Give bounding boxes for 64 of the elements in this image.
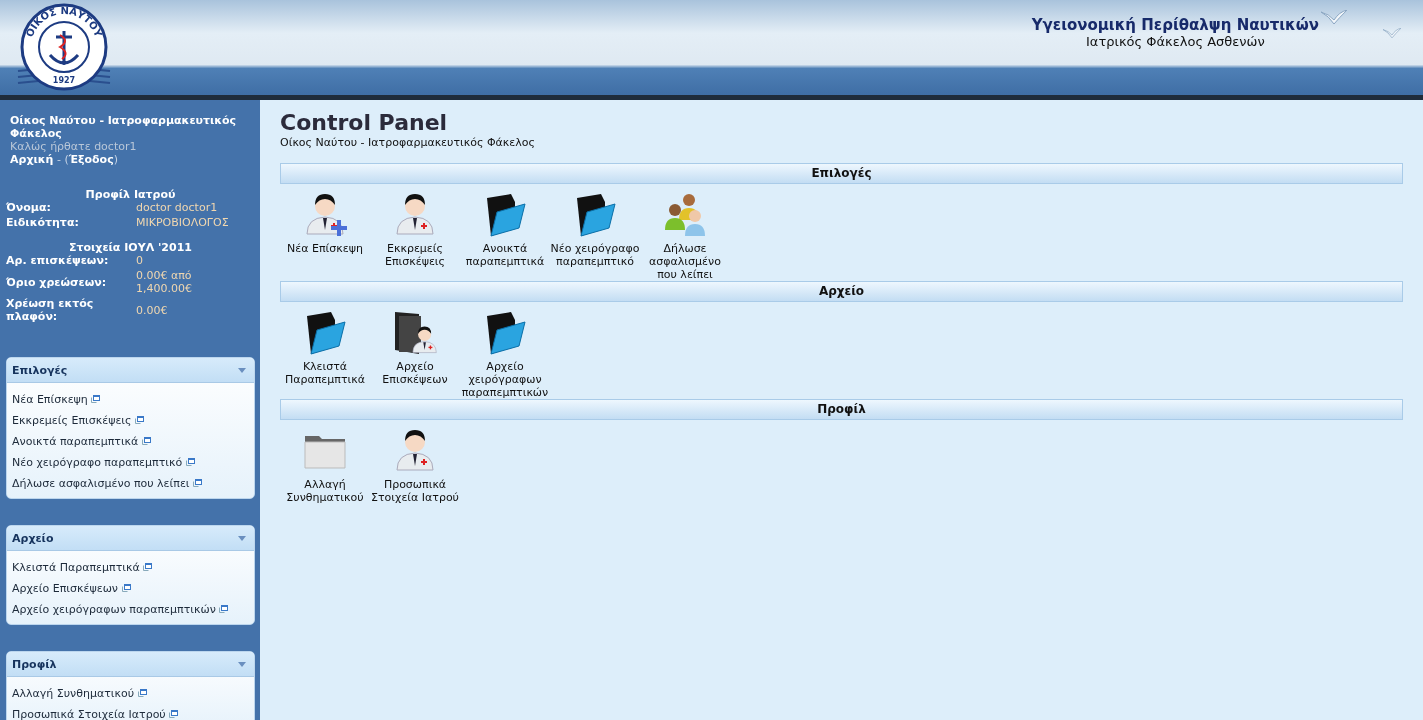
section-header: Επιλογές <box>280 163 1403 184</box>
new-window-icon <box>137 689 147 697</box>
menu-link[interactable]: Αρχείο Επισκέψεων <box>12 578 131 599</box>
menu-link[interactable]: Προσωπικά Στοιχεία Ιατρού <box>12 704 179 720</box>
menu-link[interactable]: Ανοικτά παραπεμπτικά <box>12 431 151 452</box>
profile-value: ΜΙΚΡΟΒΙΟΛΟΓΟΣ <box>136 216 230 229</box>
bird-icon <box>1321 10 1347 24</box>
menu-link[interactable]: Νέο χειρόγραφο παραπεμπτικό <box>12 452 195 473</box>
panel-title: Αρχείο <box>12 531 54 545</box>
new-window-icon <box>121 584 131 592</box>
welcome-text: Καλώς ήρθατε doctor1 <box>9 140 138 153</box>
menu-link[interactable]: Αλλαγή Συνθηματικού <box>12 683 147 704</box>
menu-link[interactable]: Εκκρεμείς Επισκέψεις <box>12 410 145 431</box>
stats-value: 0.00€ από 1,400.00€ <box>136 269 193 295</box>
caret-icon[interactable] <box>238 661 246 667</box>
shortcut-link[interactable]: Εκκρεμείς Επισκέψεις <box>370 190 460 268</box>
shortcut-link[interactable]: Κλειστά Παραπεμπτικά <box>280 308 370 386</box>
nav-separator: - ( <box>55 153 69 166</box>
shortcut-link[interactable]: Ανοικτά παραπεμπτικά <box>460 190 550 268</box>
page-title: Control Panel <box>280 110 449 136</box>
profile-title: Προφίλ Ιατρού <box>84 188 177 201</box>
profile-label: Ειδικότητα: <box>6 216 80 229</box>
shortcut-link[interactable]: Νέο χειρόγραφο παραπεμπτικό <box>550 190 640 268</box>
panel-title: Επιλογές <box>12 363 68 377</box>
profile-label: Όνομα: <box>6 201 52 214</box>
panel-title: Προφίλ <box>12 657 57 671</box>
new-window-icon <box>193 479 203 487</box>
caret-icon[interactable] <box>238 367 246 373</box>
new-window-icon <box>135 416 145 424</box>
stats-label: Όριο χρεώσεων: <box>6 275 108 289</box>
profile-value: doctor doctor1 <box>136 201 219 214</box>
stats-title: Στοιχεία ΙΟΥΛ '2011 <box>68 241 193 254</box>
new-window-icon <box>91 395 101 403</box>
menu-link[interactable]: Νέα Επίσκεψη <box>12 389 101 410</box>
nav-link[interactable]: Έξοδος <box>68 153 114 166</box>
nav-separator: ) <box>113 153 118 166</box>
section-header: Αρχείο <box>280 281 1403 302</box>
shortcut-link[interactable]: Αρχείο Επισκέψεων <box>370 308 460 386</box>
menu-link[interactable]: Δήλωσε ασφαλισμένο που λείπει <box>12 473 203 494</box>
menu-link[interactable]: Αρχείο χειρόγραφων παραπεμπτικών <box>12 599 229 620</box>
shortcut-link[interactable]: Δήλωσε ασφαλισμένο που λείπει <box>640 190 730 281</box>
site-subtitle: Ιατρικός Φάκελος Ασθενών <box>1085 34 1266 49</box>
stats-value: 0 <box>136 254 144 267</box>
shortcut-link[interactable]: Προσωπικά Στοιχεία Ιατρού <box>370 426 460 504</box>
shortcut-link[interactable]: Αρχείο χειρόγραφων παραπεμπτικών <box>460 308 550 399</box>
new-window-icon <box>185 458 195 466</box>
menu-link[interactable]: Κλειστά Παραπεμπτικά <box>12 557 153 578</box>
nav-link[interactable]: Αρχική <box>10 153 54 166</box>
section-header: Προφίλ <box>280 399 1403 420</box>
logo-year: 1927 <box>52 75 76 85</box>
stats-label: Αρ. επισκέψεων: <box>6 254 110 267</box>
new-window-icon <box>143 563 153 571</box>
caret-icon[interactable] <box>238 535 246 541</box>
shortcut-link[interactable]: Αλλαγή Συνθηματικού <box>280 426 370 504</box>
new-window-icon <box>141 437 151 445</box>
new-window-icon <box>219 605 229 613</box>
site-title: Υγειονομική Περίθαλψη Ναυτικών <box>1031 16 1319 34</box>
page-subtitle: Οίκος Ναύτου - Ιατροφαρμακευτικός Φάκελος <box>280 136 536 149</box>
site-name: Οίκος Ναύτου - Ιατροφαρμακευτικός Φάκελος <box>9 114 238 140</box>
stats-label: Χρέωση εκτός πλαφόν: <box>6 297 95 323</box>
new-window-icon <box>169 710 179 718</box>
shortcut-link[interactable]: Νέα Επίσκεψη <box>280 190 370 255</box>
stats-value: 0.00€ <box>136 303 169 317</box>
bird-icon <box>1383 28 1401 38</box>
